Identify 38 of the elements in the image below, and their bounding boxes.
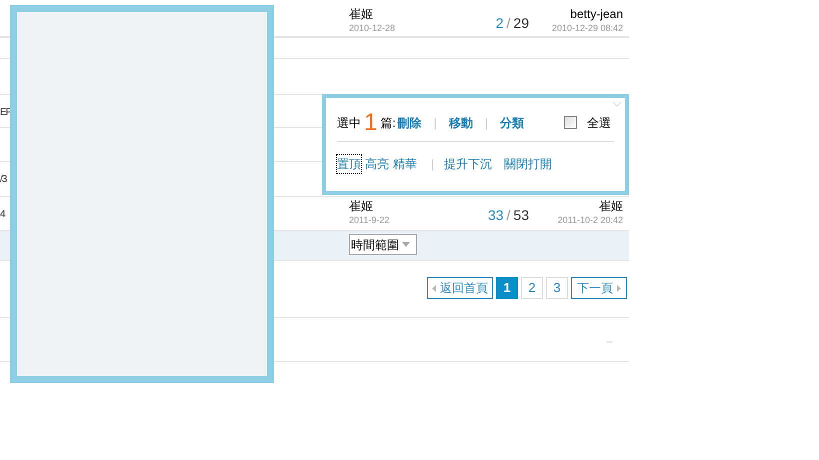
action-link[interactable]: 置頂 bbox=[337, 155, 361, 173]
selected-label: 篇: bbox=[380, 114, 396, 132]
selected-label: 選中 bbox=[337, 114, 361, 132]
dash-mark: − bbox=[606, 336, 613, 348]
select-all-checkbox[interactable] bbox=[564, 116, 577, 129]
cut-text: /3 bbox=[0, 173, 6, 187]
cut-text: 4 bbox=[0, 208, 5, 222]
action-link[interactable]: 提升下沉 bbox=[444, 155, 492, 173]
reply-count: 33 / 53 bbox=[488, 206, 529, 225]
author-name[interactable]: 崔姬 bbox=[349, 7, 396, 21]
post-date: 2010-12-28 bbox=[349, 22, 396, 35]
next-page-button[interactable]: 下一頁 bbox=[571, 277, 627, 299]
caret-icon bbox=[402, 242, 410, 247]
last-post-time: 2010-12-29 08:42 bbox=[552, 22, 623, 35]
left-arrow-icon bbox=[432, 284, 436, 292]
separator: | bbox=[431, 156, 434, 173]
selected-count: 1 bbox=[364, 110, 378, 134]
last-poster[interactable]: betty-jean bbox=[552, 7, 623, 21]
select-all-label: 全選 bbox=[587, 114, 611, 132]
back-to-first-button[interactable]: 返回首頁 bbox=[427, 277, 493, 299]
post-date: 2011-9-22 bbox=[349, 214, 390, 227]
right-arrow-icon bbox=[617, 284, 621, 292]
last-post-time: 2011-10-2 20:42 bbox=[558, 214, 623, 227]
action-link[interactable]: 刪除 bbox=[398, 114, 422, 132]
page-button[interactable]: 2 bbox=[521, 277, 543, 299]
action-link[interactable]: 移動 bbox=[448, 114, 473, 132]
page-button[interactable]: 3 bbox=[546, 277, 568, 299]
action-link[interactable]: 高亮 bbox=[365, 155, 389, 173]
reply-count: 2 / 29 bbox=[496, 14, 529, 33]
time-range-select[interactable]: 時間範圍 bbox=[349, 234, 417, 255]
separator: | bbox=[484, 114, 488, 132]
author-name[interactable]: 崔姬 bbox=[349, 199, 390, 213]
page-button[interactable]: 1 bbox=[496, 277, 518, 299]
last-poster[interactable]: 崔姬 bbox=[558, 199, 623, 213]
action-link[interactable]: 關閉打開 bbox=[504, 155, 552, 173]
action-link[interactable]: 分類 bbox=[500, 114, 524, 132]
action-link[interactable]: 精華 bbox=[393, 155, 417, 173]
separator: | bbox=[434, 114, 437, 132]
